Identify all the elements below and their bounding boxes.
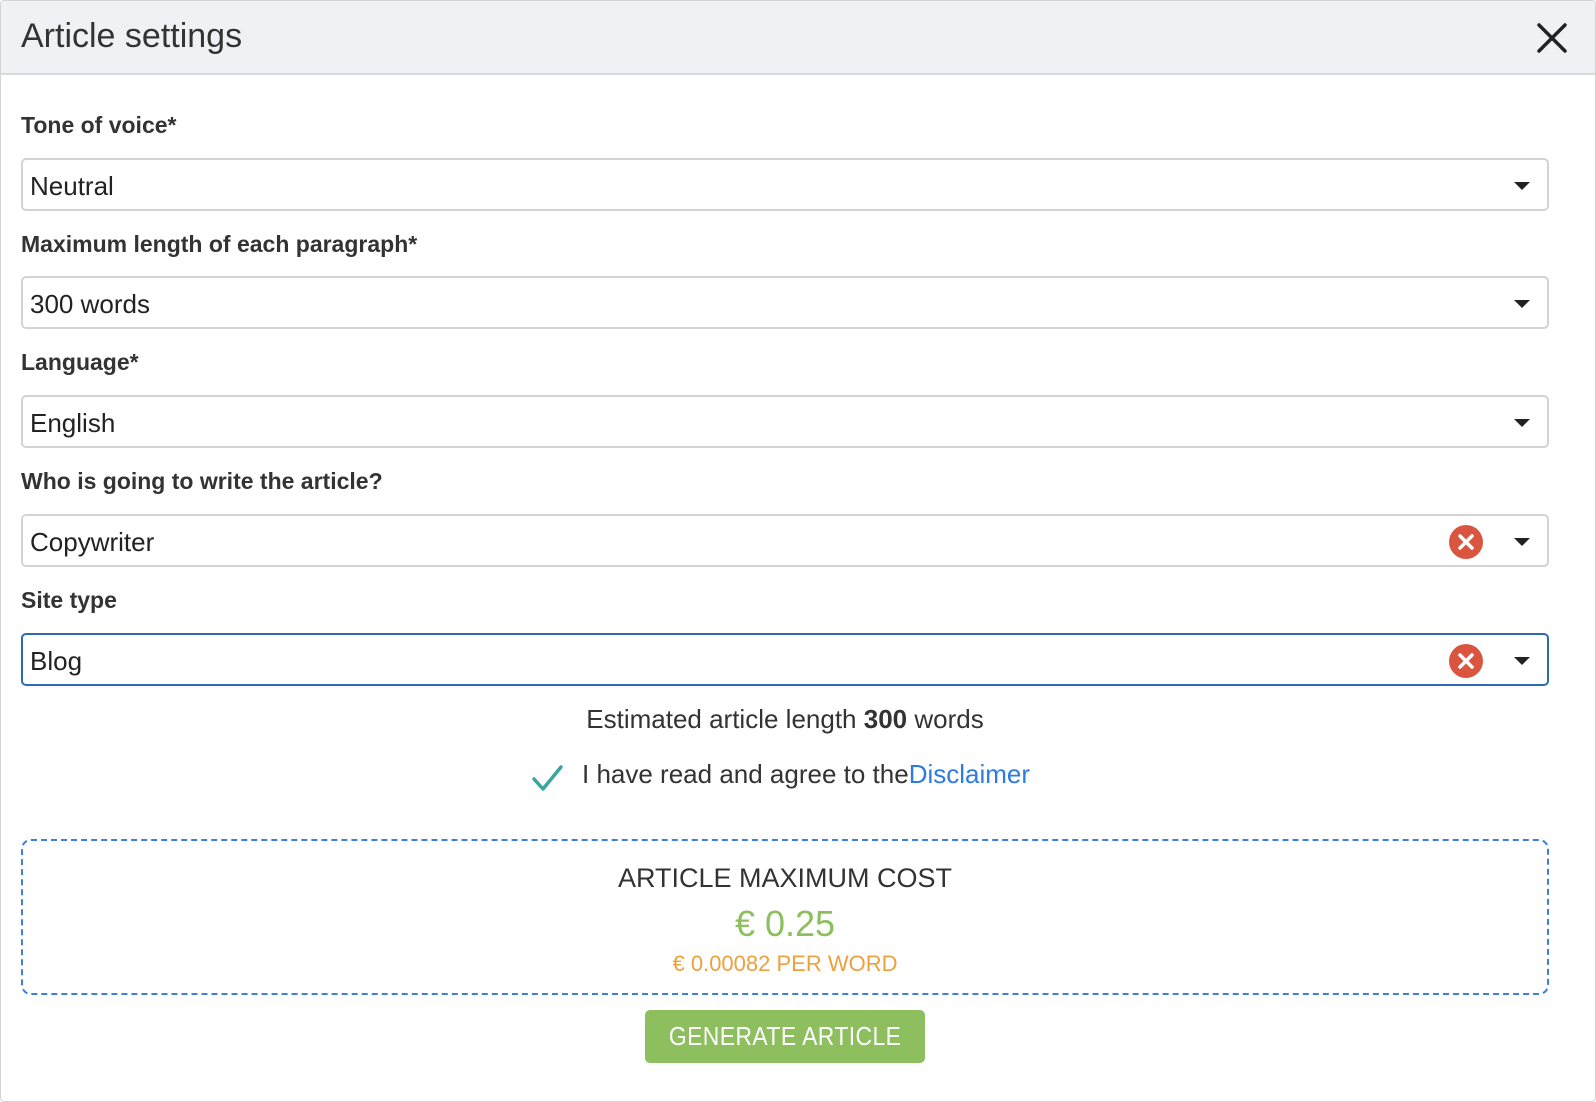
cost-per-word: € 0.00082 PER WORD xyxy=(672,951,898,976)
paragraph-length-label: Maximum length of each paragraph* xyxy=(21,231,418,257)
site-type-select[interactable]: Blog xyxy=(21,633,1549,686)
chevron-down-icon xyxy=(1514,182,1530,190)
dialog-header: Article settings xyxy=(1,1,1595,75)
close-button[interactable] xyxy=(1535,19,1569,57)
tone-value: Neutral xyxy=(30,171,114,201)
clear-icon[interactable] xyxy=(1449,644,1483,678)
chevron-down-icon xyxy=(1514,300,1530,308)
language-select[interactable]: English xyxy=(21,395,1549,448)
checkmark-icon xyxy=(532,765,563,791)
dialog-title: Article settings xyxy=(21,17,243,55)
paragraph-length-select[interactable]: 300 words xyxy=(21,276,1549,329)
estimate-value: 300 xyxy=(863,704,908,734)
language-label: Language* xyxy=(21,349,139,375)
site-type-value: Blog xyxy=(30,646,83,676)
estimate-suffix: words xyxy=(914,704,984,734)
clear-icon[interactable] xyxy=(1449,525,1483,559)
disclaimer-link[interactable]: Disclaimer xyxy=(909,759,1030,789)
tone-label: Tone of voice* xyxy=(21,112,177,138)
site-type-label: Site type xyxy=(21,587,117,613)
generate-article-label: GENERATE ARTICLE xyxy=(668,1021,902,1051)
agreement-label: I have read and agree to the xyxy=(582,759,909,789)
cost-value: € 0.25 xyxy=(734,903,836,944)
cost-title: ARTICLE MAXIMUM COST xyxy=(617,863,953,893)
cost-summary: ARTICLE MAXIMUM COST € 0.25 € 0.00082 PE… xyxy=(21,839,1549,995)
chevron-down-icon xyxy=(1514,419,1530,427)
tone-select[interactable]: Neutral xyxy=(21,158,1549,211)
chevron-down-icon xyxy=(1514,657,1530,665)
article-settings-dialog: Article settings Tone of voice* Neutral … xyxy=(0,0,1596,1102)
agreement-text: I have read and agree to theDisclaimer xyxy=(582,759,1030,790)
close-icon xyxy=(1537,23,1567,53)
chevron-down-icon xyxy=(1514,538,1530,546)
paragraph-length-value: 300 words xyxy=(30,289,150,319)
estimate-prefix: Estimated article length xyxy=(586,704,857,734)
writer-select[interactable]: Copywriter xyxy=(21,514,1549,567)
writer-label: Who is going to write the article? xyxy=(21,468,383,494)
language-value: English xyxy=(30,408,116,438)
estimated-length: Estimated article length 300 words xyxy=(1,704,1569,735)
writer-value: Copywriter xyxy=(30,527,155,557)
generate-article-button[interactable]: GENERATE ARTICLE xyxy=(645,1010,925,1063)
